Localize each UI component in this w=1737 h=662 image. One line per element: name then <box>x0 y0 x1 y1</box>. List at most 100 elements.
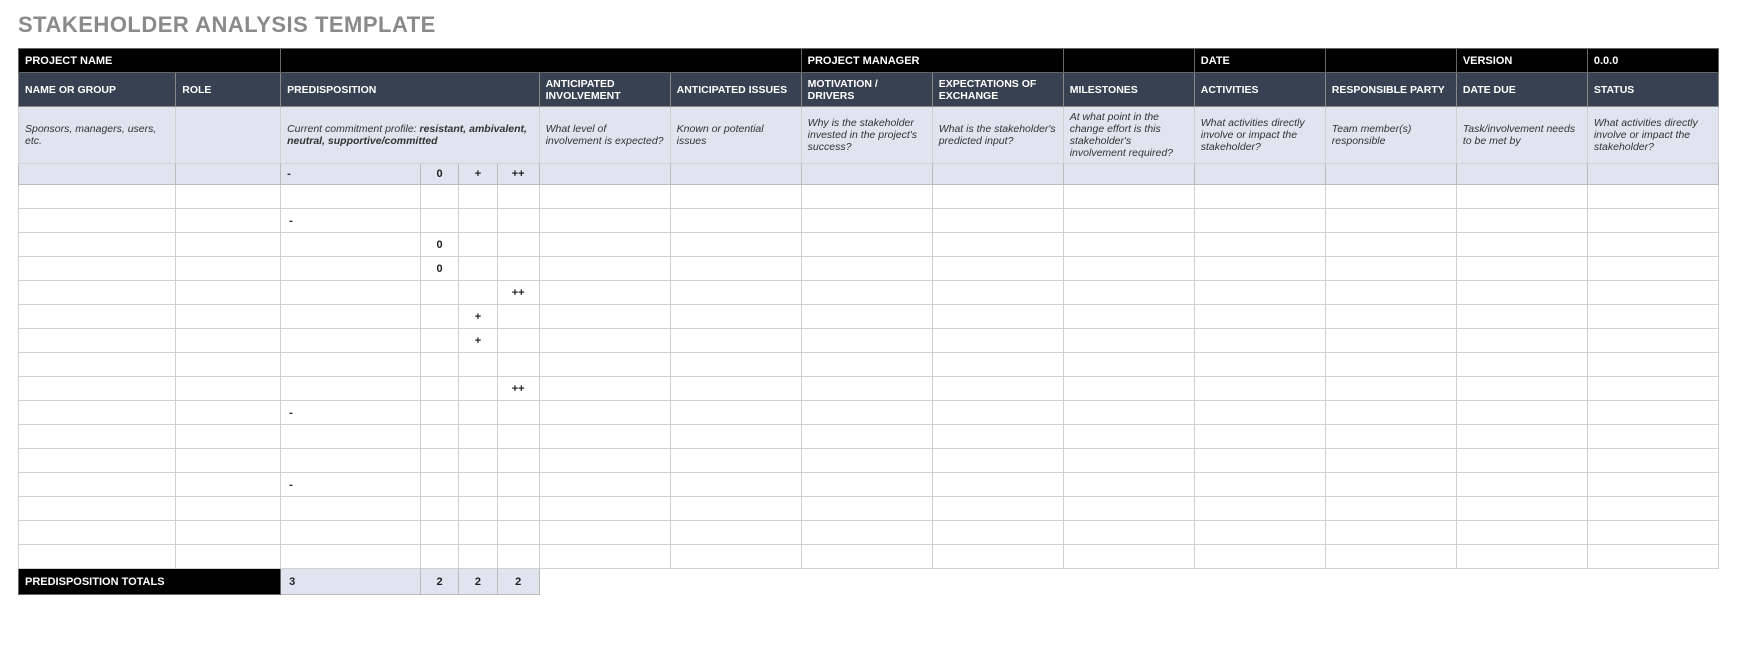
table-cell[interactable] <box>19 545 176 569</box>
table-cell[interactable] <box>1587 497 1718 521</box>
table-cell[interactable] <box>420 281 458 305</box>
table-cell[interactable] <box>801 329 932 353</box>
table-cell[interactable] <box>459 401 497 425</box>
table-cell[interactable] <box>1456 545 1587 569</box>
table-cell[interactable] <box>497 329 539 353</box>
table-cell[interactable] <box>932 257 1063 281</box>
table-cell[interactable] <box>497 305 539 329</box>
table-cell[interactable] <box>176 473 281 497</box>
table-cell[interactable] <box>539 329 670 353</box>
table-cell[interactable] <box>670 305 801 329</box>
table-cell[interactable] <box>1587 377 1718 401</box>
table-cell[interactable] <box>459 185 497 209</box>
table-cell[interactable] <box>1325 353 1456 377</box>
table-cell[interactable] <box>1325 209 1456 233</box>
table-cell[interactable] <box>19 353 176 377</box>
table-cell[interactable] <box>539 521 670 545</box>
table-cell[interactable] <box>176 521 281 545</box>
table-cell[interactable] <box>497 233 539 257</box>
table-cell[interactable] <box>1325 329 1456 353</box>
table-cell[interactable] <box>670 353 801 377</box>
table-cell[interactable] <box>420 425 458 449</box>
table-cell[interactable] <box>801 521 932 545</box>
table-cell[interactable] <box>1456 521 1587 545</box>
table-cell[interactable] <box>1194 401 1325 425</box>
table-cell[interactable] <box>176 401 281 425</box>
table-cell[interactable] <box>932 329 1063 353</box>
table-cell[interactable] <box>1587 329 1718 353</box>
table-cell[interactable] <box>19 449 176 473</box>
table-cell[interactable] <box>420 545 458 569</box>
table-cell[interactable] <box>1325 449 1456 473</box>
table-cell[interactable] <box>176 353 281 377</box>
table-cell[interactable] <box>932 545 1063 569</box>
table-cell[interactable] <box>801 185 932 209</box>
table-cell[interactable] <box>932 449 1063 473</box>
table-cell[interactable] <box>1456 329 1587 353</box>
table-cell[interactable] <box>176 329 281 353</box>
table-cell[interactable] <box>1456 425 1587 449</box>
table-cell[interactable] <box>1587 449 1718 473</box>
table-cell[interactable] <box>1325 401 1456 425</box>
table-cell[interactable] <box>420 449 458 473</box>
table-cell[interactable] <box>1587 401 1718 425</box>
table-cell[interactable] <box>670 449 801 473</box>
table-cell[interactable] <box>1587 209 1718 233</box>
table-cell[interactable] <box>1063 521 1194 545</box>
table-cell[interactable] <box>1325 545 1456 569</box>
table-cell[interactable] <box>459 353 497 377</box>
table-cell[interactable] <box>1194 353 1325 377</box>
table-cell[interactable]: - <box>281 209 421 233</box>
table-cell[interactable] <box>281 185 421 209</box>
table-cell[interactable] <box>1325 425 1456 449</box>
table-cell[interactable] <box>539 305 670 329</box>
table-cell[interactable] <box>539 185 670 209</box>
table-cell[interactable] <box>801 257 932 281</box>
table-cell[interactable] <box>497 401 539 425</box>
table-cell[interactable]: 0 <box>420 233 458 257</box>
table-cell[interactable] <box>539 257 670 281</box>
table-cell[interactable] <box>497 209 539 233</box>
table-cell[interactable]: 0 <box>420 257 458 281</box>
table-cell[interactable] <box>1063 209 1194 233</box>
project-date-value[interactable] <box>1325 49 1456 73</box>
table-cell[interactable] <box>801 305 932 329</box>
table-cell[interactable] <box>801 401 932 425</box>
table-cell[interactable] <box>539 209 670 233</box>
table-cell[interactable] <box>420 209 458 233</box>
table-cell[interactable] <box>1063 185 1194 209</box>
table-cell[interactable] <box>497 521 539 545</box>
table-cell[interactable] <box>539 497 670 521</box>
table-cell[interactable] <box>1063 233 1194 257</box>
table-cell[interactable] <box>1194 305 1325 329</box>
table-cell[interactable] <box>1456 497 1587 521</box>
table-cell[interactable] <box>176 545 281 569</box>
table-cell[interactable] <box>1063 545 1194 569</box>
table-cell[interactable] <box>281 545 421 569</box>
table-cell[interactable] <box>459 281 497 305</box>
table-cell[interactable] <box>801 233 932 257</box>
table-cell[interactable]: ++ <box>497 281 539 305</box>
table-cell[interactable] <box>1325 305 1456 329</box>
table-cell[interactable] <box>1063 401 1194 425</box>
table-cell[interactable] <box>801 449 932 473</box>
table-cell[interactable] <box>281 281 421 305</box>
table-cell[interactable] <box>1456 377 1587 401</box>
table-cell[interactable] <box>1194 257 1325 281</box>
table-cell[interactable] <box>539 281 670 305</box>
table-cell[interactable] <box>1194 233 1325 257</box>
table-cell[interactable] <box>1587 353 1718 377</box>
table-cell[interactable] <box>420 185 458 209</box>
table-cell[interactable] <box>670 209 801 233</box>
table-cell[interactable] <box>670 545 801 569</box>
table-cell[interactable] <box>932 473 1063 497</box>
table-cell[interactable] <box>281 521 421 545</box>
table-cell[interactable]: - <box>281 473 421 497</box>
table-cell[interactable] <box>497 425 539 449</box>
table-cell[interactable] <box>1063 353 1194 377</box>
table-cell[interactable] <box>670 185 801 209</box>
table-cell[interactable] <box>1587 281 1718 305</box>
table-cell[interactable] <box>1063 281 1194 305</box>
table-cell[interactable]: ++ <box>497 377 539 401</box>
table-cell[interactable] <box>1063 473 1194 497</box>
